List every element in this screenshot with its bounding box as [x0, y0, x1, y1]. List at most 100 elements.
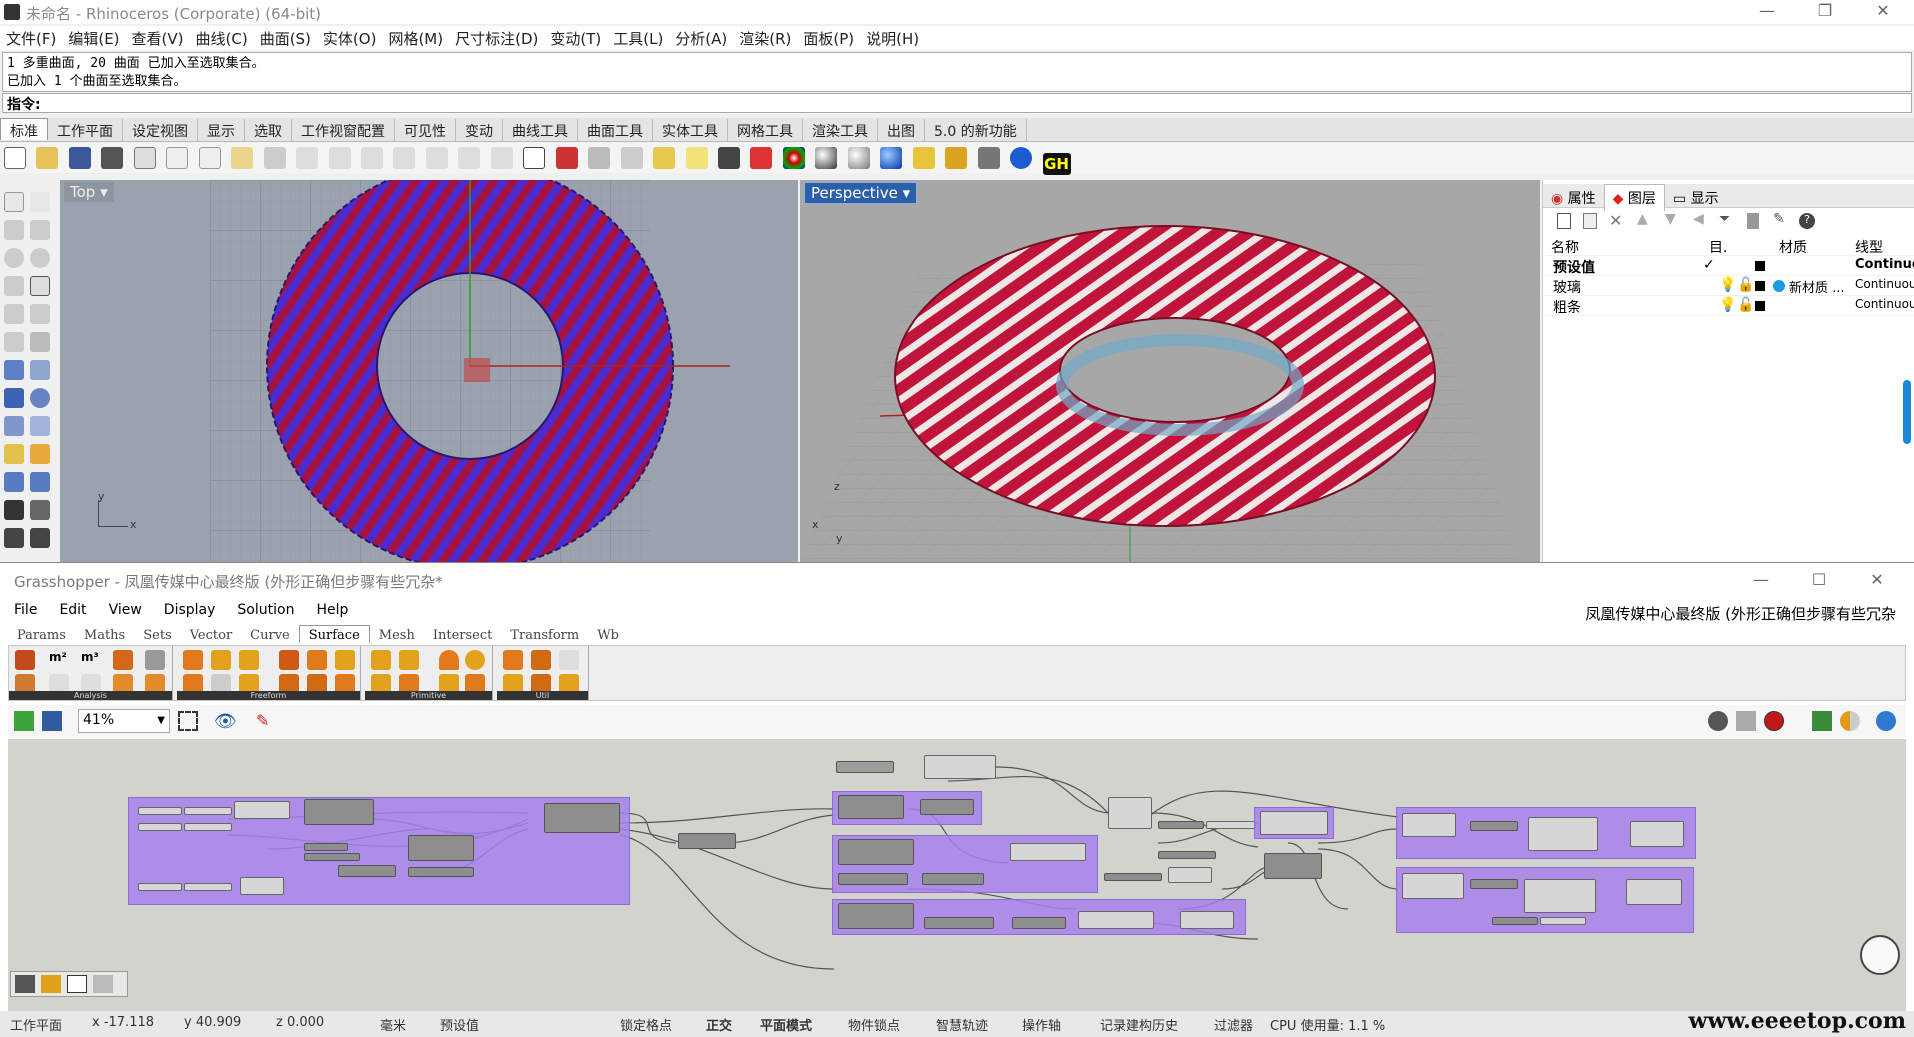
status-layer[interactable]: 预设值: [440, 1015, 479, 1034]
torus-perspective[interactable]: [895, 226, 1435, 526]
status-planar[interactable]: 平面模式: [760, 1015, 812, 1034]
tab-visibility[interactable]: 可见性: [395, 119, 456, 141]
component-icon[interactable]: [559, 650, 579, 670]
cone-icon[interactable]: [439, 650, 459, 670]
gh-component[interactable]: [838, 795, 904, 819]
component-icon[interactable]: [503, 650, 523, 670]
gh-menu-solution[interactable]: Solution: [223, 599, 302, 618]
tab-viewport-layout[interactable]: 工作视窗配置: [292, 119, 395, 141]
tab-cplanes[interactable]: 工作平面: [48, 119, 123, 141]
gh-component[interactable]: [138, 823, 182, 831]
print-icon[interactable]: [101, 147, 123, 169]
gh-tab-vector[interactable]: Vector: [181, 626, 241, 643]
select-points-icon[interactable]: [653, 147, 675, 169]
gh-close-icon[interactable]: ✕: [1854, 569, 1900, 593]
component-icon[interactable]: [531, 650, 551, 670]
component-icon[interactable]: [371, 650, 391, 670]
layer-linetype[interactable]: Continuou: [1855, 277, 1914, 291]
gh-component[interactable]: [1180, 911, 1234, 929]
move-view-icon[interactable]: [329, 147, 351, 169]
scale-icon[interactable]: [30, 528, 50, 548]
gh-component[interactable]: [1168, 867, 1212, 883]
layer-linetype[interactable]: Continuou: [1855, 297, 1914, 311]
lock-icon[interactable]: [718, 147, 740, 169]
menu-help[interactable]: 说明(H): [860, 26, 925, 51]
delete-layer-icon[interactable]: ✕: [1609, 211, 1622, 230]
gh-component[interactable]: [1010, 843, 1086, 861]
trim-icon[interactable]: [4, 472, 24, 492]
layer-color-swatch[interactable]: [1755, 261, 1765, 271]
zoom-icon[interactable]: [361, 147, 383, 169]
tab-new-in-v5[interactable]: 5.0 的新功能: [925, 119, 1027, 141]
polyline-icon[interactable]: [4, 220, 24, 240]
paste-icon[interactable]: [231, 147, 253, 169]
status-osnap[interactable]: 物件锁点: [848, 1015, 900, 1034]
move-out-icon[interactable]: ◀: [1693, 211, 1704, 227]
component-icon[interactable]: [239, 650, 259, 670]
extrude-icon[interactable]: [30, 360, 50, 380]
menu-solid[interactable]: 实体(O): [317, 26, 383, 51]
shaded-sphere-icon[interactable]: [815, 147, 837, 169]
light-bulb-icon[interactable]: [686, 147, 708, 169]
bake-icon[interactable]: [15, 975, 35, 993]
explode-icon[interactable]: [30, 444, 50, 464]
gh-component[interactable]: [544, 803, 620, 833]
menu-surface[interactable]: 曲面(S): [254, 26, 317, 51]
gh-component[interactable]: [1158, 851, 1216, 859]
fillet-curve-icon[interactable]: [30, 304, 50, 324]
gh-component[interactable]: [1108, 797, 1152, 829]
gh-document-name[interactable]: 凤凰传媒中心最终版 (外形正确但步骤有些冗杂: [1585, 603, 1896, 624]
status-ortho[interactable]: 正交: [706, 1015, 732, 1034]
gh-tab-mesh[interactable]: Mesh: [370, 626, 424, 643]
rectangle-icon[interactable]: [30, 276, 50, 296]
gh-tab-wb[interactable]: Wb: [588, 626, 628, 643]
status-history[interactable]: 记录建构历史: [1100, 1015, 1178, 1034]
globe-icon[interactable]: [1876, 711, 1896, 731]
render-icon[interactable]: [880, 147, 902, 169]
gh-component[interactable]: [838, 873, 908, 885]
snap-icon[interactable]: [588, 147, 610, 169]
command-history[interactable]: 1 多重曲面, 20 曲面 已加入至选取集合。 已加入 1 个曲面至选取集合。: [2, 52, 1912, 92]
top-viewport-label[interactable]: Top ▾: [64, 182, 114, 202]
gh-tab-transform[interactable]: Transform: [501, 626, 588, 643]
cut-icon[interactable]: [166, 147, 188, 169]
unlock-icon[interactable]: 🔓: [1737, 297, 1754, 313]
zoom-extents-icon[interactable]: [178, 711, 198, 731]
new-file-icon[interactable]: [4, 147, 26, 169]
component-icon[interactable]: [113, 650, 133, 670]
zoom-window-icon[interactable]: [393, 147, 415, 169]
menu-render[interactable]: 渲染(R): [733, 26, 797, 51]
gh-component[interactable]: [138, 883, 182, 891]
layer-color-swatch[interactable]: [1755, 281, 1765, 291]
options-gear-icon[interactable]: [945, 147, 967, 169]
pencil-icon[interactable]: [913, 147, 935, 169]
help-icon[interactable]: [1010, 147, 1032, 169]
gh-component[interactable]: [1206, 821, 1256, 829]
gh-component[interactable]: [184, 807, 232, 815]
tab-select[interactable]: 选取: [245, 119, 292, 141]
gh-component[interactable]: [1528, 817, 1598, 851]
undo-icon[interactable]: [264, 147, 286, 169]
four-view-icon[interactable]: [523, 147, 545, 169]
component-icon[interactable]: [211, 650, 231, 670]
command-input[interactable]: 指令:: [2, 93, 1912, 113]
menu-curve[interactable]: 曲线(C): [190, 26, 254, 51]
cplane-icon[interactable]: [556, 147, 578, 169]
status-smarttrack[interactable]: 智慧轨迹: [936, 1015, 988, 1034]
menu-analyze[interactable]: 分析(A): [669, 26, 733, 51]
status-gumball[interactable]: 操作轴: [1022, 1015, 1061, 1034]
component-icon[interactable]: [307, 650, 327, 670]
polygon-icon[interactable]: [4, 304, 24, 324]
gh-menu-file[interactable]: File: [0, 599, 45, 618]
tab-layers[interactable]: ◆ 图层: [1604, 184, 1665, 211]
grid-icon[interactable]: [621, 147, 643, 169]
gh-component[interactable]: [234, 801, 290, 819]
move-up-icon[interactable]: ▲: [1637, 211, 1648, 227]
save-icon[interactable]: [69, 147, 91, 169]
menu-panels[interactable]: 面板(P): [797, 26, 860, 51]
tab-transform[interactable]: 变动: [456, 119, 503, 141]
gh-component[interactable]: [1470, 879, 1518, 889]
wireframe-preview-icon[interactable]: [1736, 711, 1756, 731]
status-grid-snap[interactable]: 锁定格点: [620, 1015, 672, 1034]
tab-solid-tools[interactable]: 实体工具: [653, 119, 728, 141]
